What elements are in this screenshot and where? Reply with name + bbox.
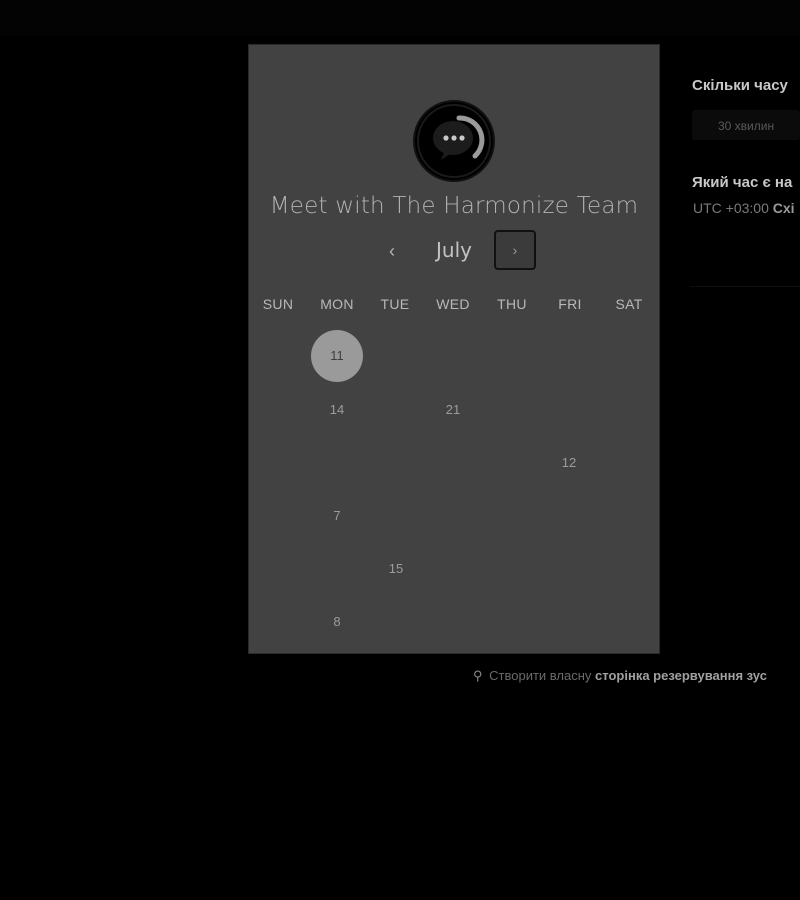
calendar-day[interactable]: 14	[311, 384, 363, 436]
timezone-name: Схі	[772, 200, 795, 216]
chevron-right-icon: ›	[512, 242, 518, 258]
weekday-thu: THU	[497, 296, 527, 312]
previous-month-button[interactable]: ‹	[381, 236, 403, 266]
calendar-day[interactable]: 12	[543, 437, 595, 489]
timezone-selector[interactable]: UTC +03:00 Схі	[693, 200, 795, 216]
footer-link[interactable]: сторінка резервування зус	[595, 668, 767, 683]
divider	[690, 286, 800, 287]
weekday-fri: FRI	[558, 296, 582, 312]
month-navigation: ‹ July ›	[249, 230, 659, 272]
time-heading: Який час є на	[692, 174, 793, 191]
team-logo-icon	[413, 100, 495, 182]
weekday-header: SUN MON TUE WED THU FRI SAT	[249, 296, 659, 314]
calendar-day[interactable]: 8	[311, 596, 363, 648]
calendar-day[interactable]: 7	[311, 490, 363, 542]
duration-option-label: 30 хвилин	[718, 119, 775, 133]
hubspot-sprocket-icon: ⚲	[473, 668, 483, 683]
calendar-panel: Meet with The Harmonize Team ‹ July › SU…	[249, 45, 659, 653]
weekday-mon: MON	[320, 296, 354, 312]
timezone-offset: UTC +03:00	[693, 200, 769, 216]
month-label: July	[436, 238, 472, 262]
weekday-sat: SAT	[615, 296, 643, 312]
calendar-day-selected[interactable]: 11	[311, 330, 363, 382]
chevron-left-icon: ‹	[389, 241, 395, 261]
footer-text: Створити власну	[489, 668, 592, 683]
team-title: Meet with The Harmonize Team	[269, 193, 639, 219]
weekday-sun: SUN	[262, 296, 294, 312]
booking-page: Meet with The Harmonize Team ‹ July › SU…	[0, 0, 800, 900]
weekday-tue: TUE	[380, 296, 410, 312]
next-month-button[interactable]: ›	[494, 230, 536, 270]
weekday-wed: WED	[436, 296, 470, 312]
duration-heading: Скільки часу	[692, 77, 788, 94]
calendar-day[interactable]: 15	[370, 543, 422, 595]
top-bar	[0, 0, 800, 36]
calendar-day[interactable]: 21	[427, 384, 479, 436]
footer-promo: ⚲ Створити власну сторінка резервування …	[473, 668, 767, 684]
